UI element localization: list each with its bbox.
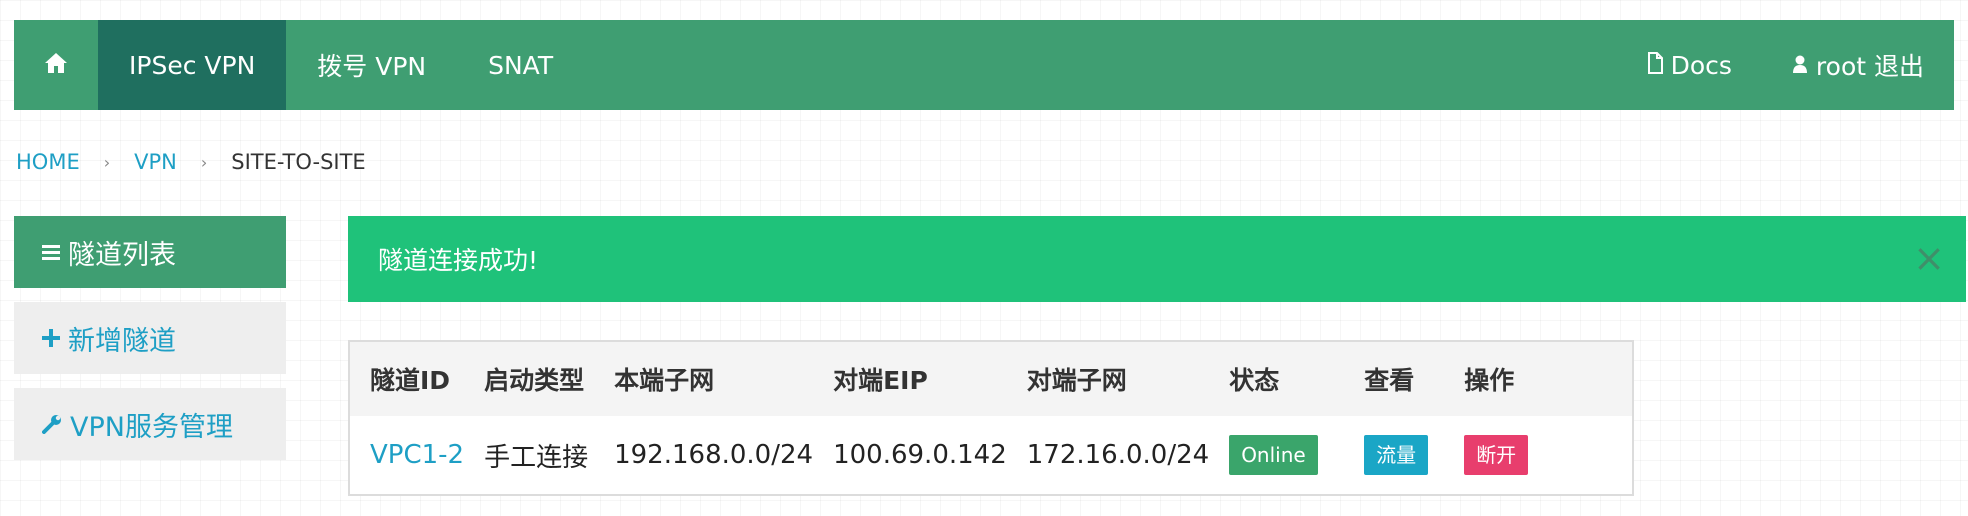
peer-subnet-cell: 172.16.0.0/24 [1026,440,1210,470]
nav-item-label: IPSec VPN [129,50,256,80]
column-header: 操作 [1464,366,1515,395]
nav-item-snat[interactable]: SNAT [457,20,584,110]
docs-label: Docs [1670,50,1732,80]
status-cell: Online [1209,416,1344,494]
breadcrumb: HOME › VPN › SITE-TO-SITE [16,150,366,174]
view-cell: 流量 [1344,416,1444,494]
user-icon [1792,51,1816,80]
nav-item-label: 拨号 VPN [317,52,427,81]
column-header: 查看 [1364,366,1415,395]
breadcrumb-current: SITE-TO-SITE [231,150,366,174]
local-subnet-cell: 192.168.0.0/24 [614,440,814,470]
column-header: 本端子网 [614,366,715,395]
table-row: VPC1-2 手工连接 192.168.0.0/24 100.69.0.142 … [350,416,1632,494]
sidebar-item-label: 隧道列表 [68,239,176,271]
wrench-icon [42,414,62,434]
top-navbar: IPSec VPN 拨号 VPN SNAT Docs root 退出 [14,20,1954,110]
breadcrumb-vpn[interactable]: VPN [134,150,177,174]
sidebar-item-label: 新增隧道 [68,325,176,357]
table-header-row: 隧道ID 启动类型 本端子网 对端EIP 对端子网 状态 查看 操作 [350,342,1632,416]
start-type-cell: 手工连接 [484,442,589,473]
user-logout-label: root 退出 [1815,52,1924,81]
sidebar-item-vpn-service[interactable]: VPN服务管理 [14,388,286,460]
sidebar-item-tunnel-list[interactable]: 隧道列表 [14,216,286,288]
document-icon [1647,51,1671,80]
breadcrumb-separator: › [103,152,111,172]
home-icon [43,51,69,79]
sidebar-item-label: VPN服务管理 [70,411,233,443]
tunnel-table: 隧道ID 启动类型 本端子网 对端EIP 对端子网 状态 查看 操作 VPC1-… [348,340,1634,496]
plus-icon [42,329,60,347]
list-icon [42,243,60,261]
home-button[interactable] [14,20,98,110]
tunnel-id-link[interactable]: VPC1-2 [350,416,464,494]
disconnect-button[interactable]: 断开 [1464,435,1529,475]
nav-item-label: SNAT [488,50,554,80]
column-header: 对端子网 [1026,366,1127,395]
nav-item-ipsec-vpn[interactable]: IPSec VPN [98,20,287,110]
column-header: 隧道ID [370,366,451,395]
close-icon[interactable]: × [1910,239,1948,278]
sidebar: 隧道列表 新增隧道 VPN服务管理 [14,216,286,474]
column-header: 启动类型 [484,366,585,395]
breadcrumb-separator: › [200,152,208,172]
action-cell: 断开 [1444,416,1632,494]
status-badge: Online [1229,435,1318,475]
user-logout-link[interactable]: root 退出 [1762,20,1954,110]
sidebar-item-add-tunnel[interactable]: 新增隧道 [14,302,286,374]
peer-eip-cell: 100.69.0.142 [833,440,1007,470]
success-alert: 隧道连接成功! × [348,216,1966,302]
column-header: 状态 [1229,366,1280,395]
column-header: 对端EIP [833,366,928,395]
breadcrumb-home[interactable]: HOME [16,150,80,174]
alert-message: 隧道连接成功! [378,246,539,275]
nav-item-dialup-vpn[interactable]: 拨号 VPN [286,20,457,110]
traffic-button[interactable]: 流量 [1364,435,1429,475]
docs-link[interactable]: Docs [1617,20,1762,110]
